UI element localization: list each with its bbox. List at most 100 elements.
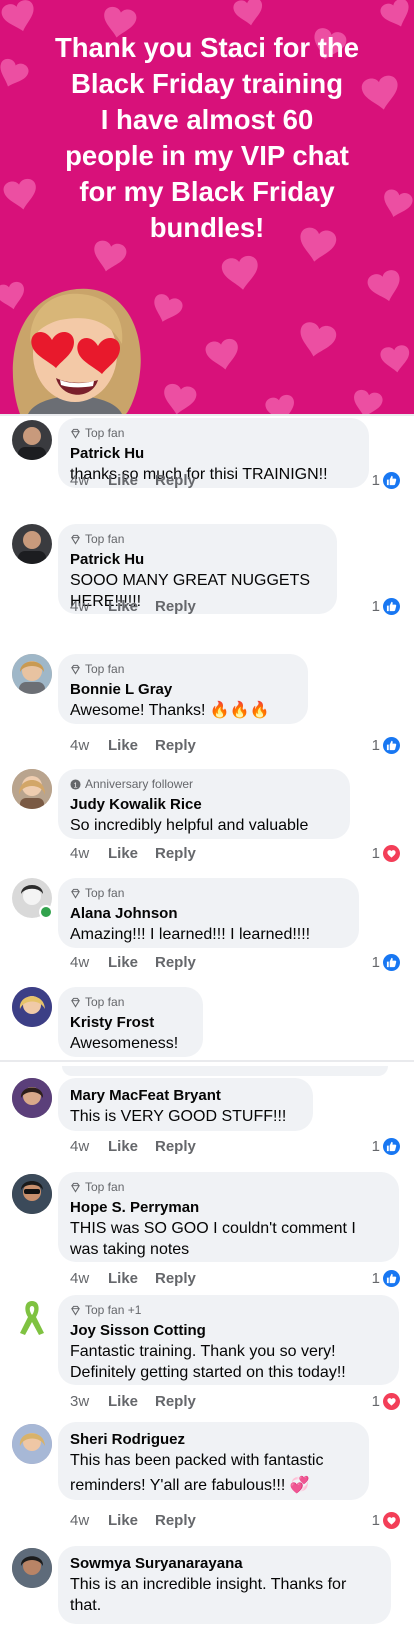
commenter-name[interactable]: Patrick Hu (70, 550, 325, 569)
reply-button[interactable]: Reply (155, 1393, 196, 1410)
reaction-count[interactable]: 1 (372, 737, 400, 754)
comment-time[interactable]: 4w (70, 845, 108, 862)
commenter-name[interactable]: Mary MacFeat Bryant (70, 1086, 301, 1105)
reply-button[interactable]: Reply (155, 737, 196, 754)
like-reaction-icon (383, 1270, 400, 1287)
like-button[interactable]: Like (108, 472, 155, 489)
comment-time[interactable]: 4w (70, 737, 108, 754)
reply-button[interactable]: Reply (155, 598, 196, 615)
comment-text: So incredibly helpful and valuable (70, 817, 309, 834)
like-reaction-icon (383, 1138, 400, 1155)
banner-message: Thank you Staci for the Black Friday tra… (20, 30, 394, 246)
shared-image-banner: Thank you Staci for the Black Friday tra… (0, 0, 414, 414)
comment-bubble: Top fan +1 Joy Sisson Cotting Fantastic … (58, 1295, 399, 1385)
comment-time[interactable]: 4w (70, 598, 108, 615)
like-button[interactable]: Like (108, 1270, 155, 1287)
comment-text: This is an incredible insight. Thanks fo… (70, 1576, 347, 1593)
reaction-number: 1 (371, 472, 380, 489)
commenter-name[interactable]: Sowmya Suryanarayana (70, 1554, 379, 1573)
reply-button[interactable]: Reply (155, 954, 196, 971)
comment-text: reminders! Y'all are fabulous!!! 💞 (70, 1477, 310, 1494)
commenter-name[interactable]: Joy Sisson Cotting (70, 1321, 387, 1340)
reaction-number: 1 (371, 845, 380, 862)
comment-time[interactable]: 4w (70, 1270, 108, 1287)
reaction-count[interactable]: 1 (372, 1512, 400, 1529)
top-fan-badge: Top fan (70, 662, 296, 677)
awareness-ribbon-icon (20, 1301, 44, 1335)
reaction-count[interactable]: 1 (372, 1138, 400, 1155)
reaction-count[interactable]: 1 (372, 954, 400, 971)
like-button[interactable]: Like (108, 1393, 155, 1410)
avatar-photo (12, 769, 52, 809)
like-button[interactable]: Like (108, 1138, 155, 1155)
avatar[interactable] (12, 420, 52, 460)
banner-line: for my Black Friday (79, 176, 335, 207)
badge-label: Top fan (85, 995, 125, 1009)
comment-time[interactable]: 4w (70, 472, 108, 489)
diamond-icon (71, 1305, 80, 1316)
love-reaction-icon (383, 1512, 400, 1529)
avatar[interactable] (12, 1548, 52, 1588)
comment-bubble: Sowmya Suryanarayana This is an incredib… (58, 1546, 391, 1624)
comment-bubble: Top fan Bonnie L Gray Awesome! Thanks! 🔥… (58, 654, 308, 724)
like-reaction-icon (383, 472, 400, 489)
diamond-icon (71, 664, 80, 675)
commenter-name[interactable]: Judy Kowalik Rice (70, 795, 338, 814)
like-button[interactable]: Like (108, 1512, 155, 1529)
reply-button[interactable]: Reply (155, 1138, 196, 1155)
reaction-count[interactable]: 1 (372, 1393, 400, 1410)
avatar-photo (12, 987, 52, 1027)
badge-label: Anniversary follower (85, 777, 194, 791)
avatar-photo (12, 1424, 52, 1464)
avatar[interactable] (12, 1424, 52, 1464)
commenter-name[interactable]: Patrick Hu (70, 444, 357, 463)
reaction-count[interactable]: 1 (372, 598, 400, 615)
reaction-count[interactable]: 1 (372, 845, 400, 862)
avatar[interactable] (12, 1297, 52, 1337)
commenter-name[interactable]: Hope S. Perryman (70, 1198, 387, 1217)
comment-time[interactable]: 4w (70, 954, 108, 971)
avatar[interactable] (12, 1078, 52, 1118)
divider (0, 414, 414, 416)
comment-time[interactable]: 4w (70, 1512, 108, 1529)
like-button[interactable]: Like (108, 845, 155, 862)
reply-button[interactable]: Reply (155, 472, 196, 489)
comment-bubble: Top fan Alana Johnson Amazing!!! I learn… (58, 878, 359, 948)
avatar-photo (12, 1174, 52, 1214)
banner-line: bundles! (149, 212, 265, 243)
comment-bubble: Top fan Hope S. Perryman THIS was SO GOO… (58, 1172, 399, 1262)
reply-button[interactable]: Reply (155, 1270, 196, 1287)
comment-time[interactable]: 4w (70, 1138, 108, 1155)
avatar[interactable] (12, 654, 52, 694)
reply-button[interactable]: Reply (155, 1512, 196, 1529)
avatar[interactable] (12, 524, 52, 564)
svg-text:1: 1 (73, 780, 77, 789)
like-button[interactable]: Like (108, 598, 155, 615)
comment-actions: 4w Like Reply (70, 1138, 196, 1155)
top-fan-badge: Top fan (70, 532, 325, 547)
avatar[interactable] (12, 769, 52, 809)
badge-label: Top fan (85, 886, 125, 900)
badge-label: Top fan +1 (85, 1303, 142, 1317)
comment-bubble: 1 Anniversary follower Judy Kowalik Rice… (58, 769, 350, 839)
avatar[interactable] (12, 987, 52, 1027)
reaction-count[interactable]: 1 (372, 1270, 400, 1287)
avatar[interactable] (12, 878, 53, 919)
like-reaction-icon (383, 954, 400, 971)
like-button[interactable]: Like (108, 737, 155, 754)
comment-time[interactable]: 3w (70, 1393, 108, 1410)
commenter-name[interactable]: Sheri Rodriguez (70, 1430, 357, 1449)
avatar[interactable] (12, 1174, 52, 1214)
comment-actions: 4w Like Reply (70, 472, 196, 489)
reaction-count[interactable]: 1 (372, 472, 400, 489)
diamond-icon (71, 888, 80, 899)
avatar-photo (12, 1078, 52, 1118)
commenter-name[interactable]: Bonnie L Gray (70, 680, 296, 699)
comment-text: SOOO MANY GREAT NUGGETS (70, 572, 311, 589)
commenter-name[interactable]: Kristy Frost (70, 1013, 191, 1032)
commenter-name[interactable]: Alana Johnson (70, 904, 347, 923)
comment-text: was taking notes (70, 1241, 190, 1258)
reply-button[interactable]: Reply (155, 845, 196, 862)
comment-text: This has been packed with fantastic (70, 1452, 324, 1469)
like-button[interactable]: Like (108, 954, 155, 971)
